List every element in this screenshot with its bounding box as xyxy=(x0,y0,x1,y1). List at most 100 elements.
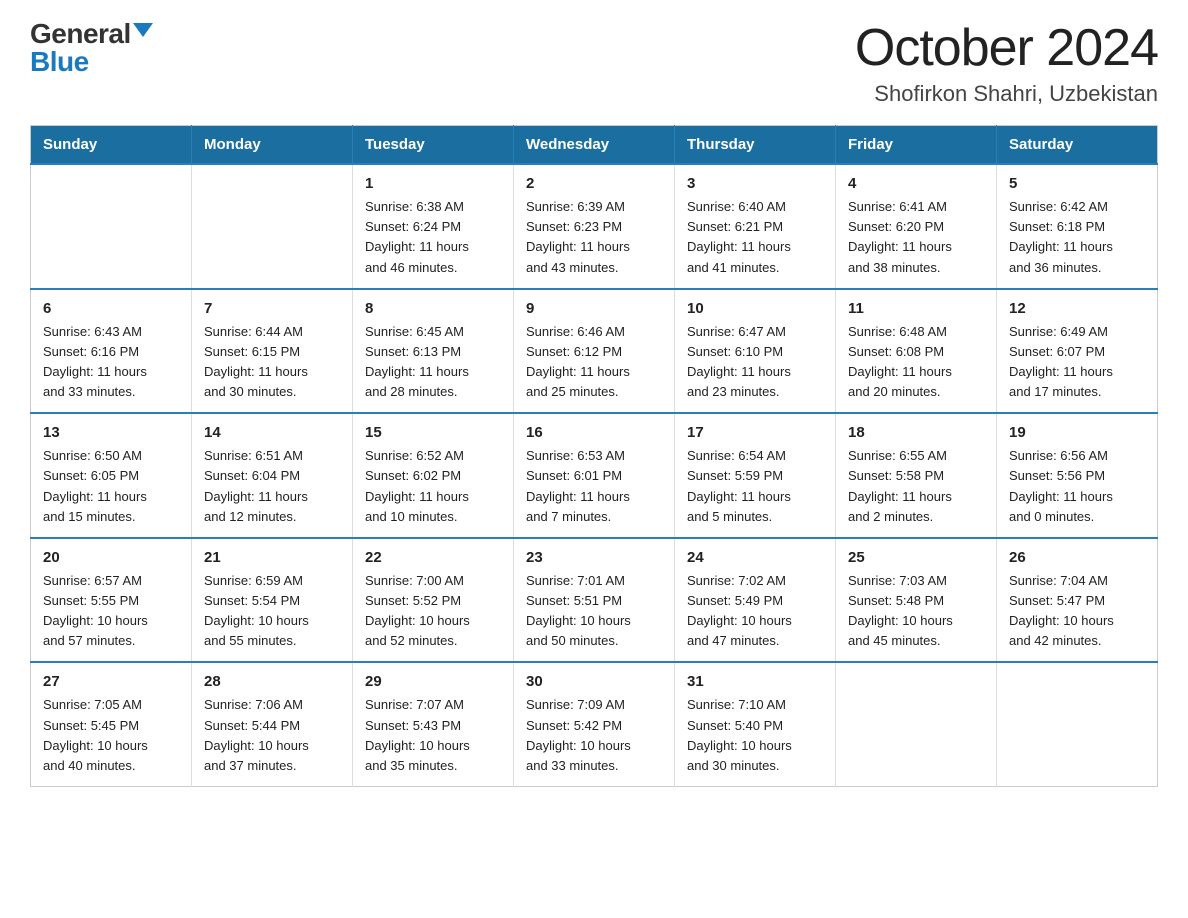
day-info: Sunrise: 6:46 AMSunset: 6:12 PMDaylight:… xyxy=(526,322,662,403)
calendar-week-3: 13 Sunrise: 6:50 AMSunset: 6:05 PMDayligh… xyxy=(31,413,1158,538)
day-number: 17 xyxy=(687,424,823,441)
day-info: Sunrise: 7:10 AMSunset: 5:40 PMDaylight:… xyxy=(687,695,823,776)
calendar-subtitle: Shofirkon Shahri, Uzbekistan xyxy=(855,81,1158,107)
calendar-week-2: 6Sunrise: 6:43 AMSunset: 6:16 PMDaylight… xyxy=(31,289,1158,414)
day-info: Sunrise: 6:43 AMSunset: 6:16 PMDaylight:… xyxy=(43,322,179,403)
calendar-cell: 6Sunrise: 6:43 AMSunset: 6:16 PMDaylight… xyxy=(31,289,192,414)
day-number: 7 xyxy=(204,300,340,317)
calendar-cell xyxy=(997,662,1158,786)
calendar-cell xyxy=(192,164,353,289)
day-number: 3 xyxy=(687,175,823,192)
calendar-cell xyxy=(31,164,192,289)
header-day-saturday: Saturday xyxy=(997,126,1158,165)
calendar-cell xyxy=(836,662,997,786)
day-number: 26 xyxy=(1009,549,1145,566)
day-number: 22 xyxy=(365,549,501,566)
day-number: 31 xyxy=(687,673,823,690)
day-number: 30 xyxy=(526,673,662,690)
header-day-tuesday: Tuesday xyxy=(353,126,514,165)
calendar-cell: 1Sunrise: 6:38 AMSunset: 6:24 PMDaylight… xyxy=(353,164,514,289)
calendar-cell: 18 Sunrise: 6:55 AMSunset: 5:58 PMDayligh… xyxy=(836,413,997,538)
day-info: Sunrise: 6:57 AMSunset: 5:55 PMDaylight:… xyxy=(43,571,179,652)
calendar-cell: 14 Sunrise: 6:51 AMSunset: 6:04 PMDayligh… xyxy=(192,413,353,538)
day-info: Sunrise: 6:55 AMSunset: 5:58 PMDaylight:… xyxy=(848,446,984,527)
calendar-cell: 22 Sunrise: 7:00 AMSunset: 5:52 PMDayligh… xyxy=(353,538,514,663)
day-info: Sunrise: 7:01 AMSunset: 5:51 PMDaylight:… xyxy=(526,571,662,652)
page-header: General Blue October 2024 Shofirkon Shah… xyxy=(30,20,1158,107)
calendar-cell: 26 Sunrise: 7:04 AMSunset: 5:47 PMDayligh… xyxy=(997,538,1158,663)
calendar-cell: 10 Sunrise: 6:47 AMSunset: 6:10 PMDayligh… xyxy=(675,289,836,414)
logo-triangle-icon xyxy=(133,23,153,37)
calendar-cell: 5Sunrise: 6:42 AMSunset: 6:18 PMDaylight… xyxy=(997,164,1158,289)
day-number: 13 xyxy=(43,424,179,441)
calendar-header-row: SundayMondayTuesdayWednesdayThursdayFrid… xyxy=(31,126,1158,165)
day-number: 14 xyxy=(204,424,340,441)
day-info: Sunrise: 7:05 AMSunset: 5:45 PMDaylight:… xyxy=(43,695,179,776)
header-day-sunday: Sunday xyxy=(31,126,192,165)
day-info: Sunrise: 6:56 AMSunset: 5:56 PMDaylight:… xyxy=(1009,446,1145,527)
day-info: Sunrise: 6:52 AMSunset: 6:02 PMDaylight:… xyxy=(365,446,501,527)
header-day-friday: Friday xyxy=(836,126,997,165)
day-info: Sunrise: 7:07 AMSunset: 5:43 PMDaylight:… xyxy=(365,695,501,776)
calendar-cell: 20 Sunrise: 6:57 AMSunset: 5:55 PMDayligh… xyxy=(31,538,192,663)
header-day-thursday: Thursday xyxy=(675,126,836,165)
day-number: 20 xyxy=(43,549,179,566)
calendar-cell: 19Sunrise: 6:56 AMSunset: 5:56 PMDayligh… xyxy=(997,413,1158,538)
day-number: 25 xyxy=(848,549,984,566)
day-info: Sunrise: 6:50 AMSunset: 6:05 PMDaylight:… xyxy=(43,446,179,527)
calendar-week-1: 1Sunrise: 6:38 AMSunset: 6:24 PMDaylight… xyxy=(31,164,1158,289)
day-info: Sunrise: 6:54 AMSunset: 5:59 PMDaylight:… xyxy=(687,446,823,527)
day-number: 10 xyxy=(687,300,823,317)
day-number: 23 xyxy=(526,549,662,566)
day-number: 9 xyxy=(526,300,662,317)
logo-blue-text: Blue xyxy=(30,46,89,77)
day-info: Sunrise: 6:47 AMSunset: 6:10 PMDaylight:… xyxy=(687,322,823,403)
calendar-cell: 8 Sunrise: 6:45 AMSunset: 6:13 PMDaylight… xyxy=(353,289,514,414)
calendar-cell: 12 Sunrise: 6:49 AMSunset: 6:07 PMDayligh… xyxy=(997,289,1158,414)
calendar-cell: 16Sunrise: 6:53 AMSunset: 6:01 PMDayligh… xyxy=(514,413,675,538)
calendar-title: October 2024 xyxy=(855,20,1158,77)
day-info: Sunrise: 7:09 AMSunset: 5:42 PMDaylight:… xyxy=(526,695,662,776)
calendar-cell: 17 Sunrise: 6:54 AMSunset: 5:59 PMDayligh… xyxy=(675,413,836,538)
day-number: 29 xyxy=(365,673,501,690)
day-info: Sunrise: 7:06 AMSunset: 5:44 PMDaylight:… xyxy=(204,695,340,776)
calendar-table: SundayMondayTuesdayWednesdayThursdayFrid… xyxy=(30,125,1158,787)
day-info: Sunrise: 6:41 AMSunset: 6:20 PMDaylight:… xyxy=(848,197,984,278)
calendar-cell: 24 Sunrise: 7:02 AMSunset: 5:49 PMDayligh… xyxy=(675,538,836,663)
day-info: Sunrise: 6:45 AMSunset: 6:13 PMDaylight:… xyxy=(365,322,501,403)
calendar-cell: 29 Sunrise: 7:07 AMSunset: 5:43 PMDayligh… xyxy=(353,662,514,786)
calendar-week-4: 20 Sunrise: 6:57 AMSunset: 5:55 PMDayligh… xyxy=(31,538,1158,663)
day-info: Sunrise: 7:03 AMSunset: 5:48 PMDaylight:… xyxy=(848,571,984,652)
day-number: 24 xyxy=(687,549,823,566)
day-info: Sunrise: 7:02 AMSunset: 5:49 PMDaylight:… xyxy=(687,571,823,652)
day-info: Sunrise: 6:59 AMSunset: 5:54 PMDaylight:… xyxy=(204,571,340,652)
day-info: Sunrise: 7:00 AMSunset: 5:52 PMDaylight:… xyxy=(365,571,501,652)
day-number: 21 xyxy=(204,549,340,566)
day-number: 18 xyxy=(848,424,984,441)
day-info: Sunrise: 6:39 AMSunset: 6:23 PMDaylight:… xyxy=(526,197,662,278)
day-info: Sunrise: 6:48 AMSunset: 6:08 PMDaylight:… xyxy=(848,322,984,403)
calendar-cell: 21 Sunrise: 6:59 AMSunset: 5:54 PMDayligh… xyxy=(192,538,353,663)
title-block: October 2024 Shofirkon Shahri, Uzbekista… xyxy=(855,20,1158,107)
header-day-wednesday: Wednesday xyxy=(514,126,675,165)
calendar-cell: 13 Sunrise: 6:50 AMSunset: 6:05 PMDayligh… xyxy=(31,413,192,538)
day-number: 2 xyxy=(526,175,662,192)
calendar-cell: 15Sunrise: 6:52 AMSunset: 6:02 PMDayligh… xyxy=(353,413,514,538)
day-info: Sunrise: 6:53 AMSunset: 6:01 PMDaylight:… xyxy=(526,446,662,527)
day-info: Sunrise: 6:44 AMSunset: 6:15 PMDaylight:… xyxy=(204,322,340,403)
day-info: Sunrise: 6:49 AMSunset: 6:07 PMDaylight:… xyxy=(1009,322,1145,403)
calendar-cell: 28Sunrise: 7:06 AMSunset: 5:44 PMDayligh… xyxy=(192,662,353,786)
day-number: 8 xyxy=(365,300,501,317)
calendar-week-5: 27Sunrise: 7:05 AMSunset: 5:45 PMDayligh… xyxy=(31,662,1158,786)
calendar-cell: 30 Sunrise: 7:09 AMSunset: 5:42 PMDayligh… xyxy=(514,662,675,786)
calendar-cell: 31 Sunrise: 7:10 AMSunset: 5:40 PMDayligh… xyxy=(675,662,836,786)
day-info: Sunrise: 6:51 AMSunset: 6:04 PMDaylight:… xyxy=(204,446,340,527)
day-number: 12 xyxy=(1009,300,1145,317)
calendar-cell: 4Sunrise: 6:41 AMSunset: 6:20 PMDaylight… xyxy=(836,164,997,289)
logo-general-text: General xyxy=(30,20,131,48)
calendar-cell: 2 Sunrise: 6:39 AMSunset: 6:23 PMDaylight… xyxy=(514,164,675,289)
calendar-cell: 25 Sunrise: 7:03 AMSunset: 5:48 PMDayligh… xyxy=(836,538,997,663)
day-number: 11 xyxy=(848,300,984,317)
calendar-cell: 3Sunrise: 6:40 AMSunset: 6:21 PMDaylight… xyxy=(675,164,836,289)
day-info: Sunrise: 7:04 AMSunset: 5:47 PMDaylight:… xyxy=(1009,571,1145,652)
